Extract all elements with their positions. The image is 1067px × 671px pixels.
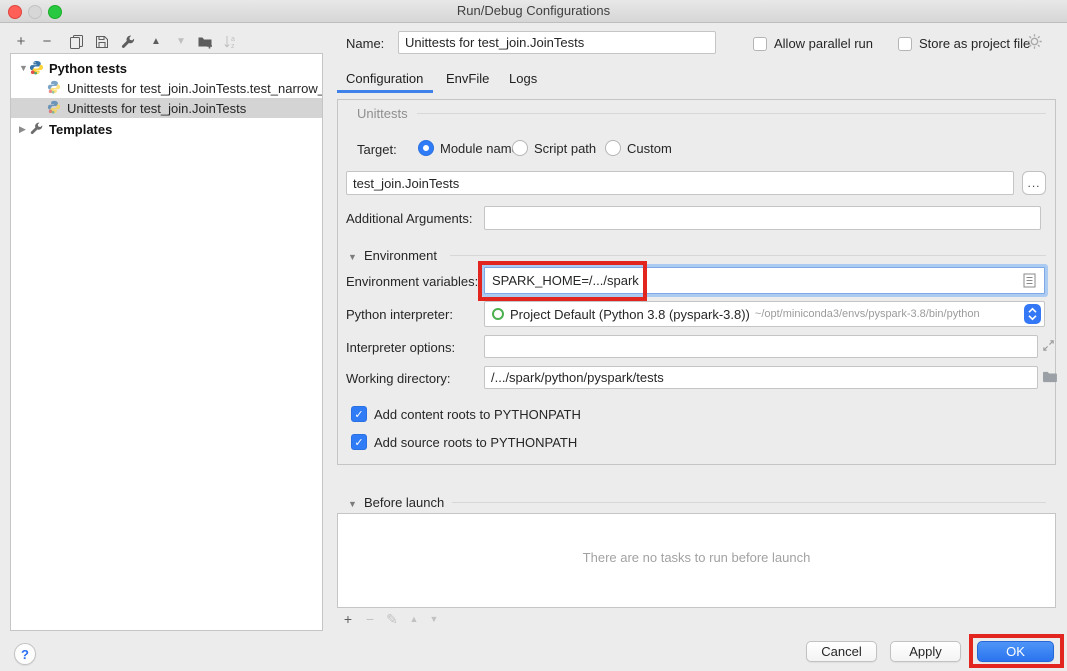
edit-task-icon: ✎ bbox=[384, 611, 400, 627]
radio-icon[interactable] bbox=[605, 140, 621, 156]
environment-section-label: Environment bbox=[364, 248, 437, 263]
ok-button[interactable]: OK bbox=[977, 641, 1054, 662]
python-test-icon bbox=[47, 100, 63, 116]
working-directory-input[interactable] bbox=[484, 366, 1038, 389]
copy-configuration-icon[interactable] bbox=[68, 33, 86, 51]
tab-envfile[interactable]: EnvFile bbox=[446, 71, 489, 86]
window-title: Run/Debug Configurations bbox=[0, 0, 1067, 22]
module-name-input[interactable] bbox=[346, 171, 1014, 195]
expand-arrow-icon[interactable]: ▶ bbox=[19, 124, 29, 135]
close-window-button[interactable] bbox=[8, 5, 22, 19]
tree-item-unittest-narrow[interactable]: Unittests for test_join.JoinTests.test_n… bbox=[11, 78, 323, 98]
tree-item-label: Unittests for test_join.JoinTests.test_n… bbox=[67, 81, 323, 96]
sort-alphabetically-icon: az bbox=[222, 33, 240, 51]
store-as-project-file-label: Store as project file bbox=[919, 36, 1030, 51]
before-launch-tasks-panel: There are no tasks to run before launch bbox=[337, 513, 1056, 608]
environment-variables-input[interactable]: SPARK_HOME=/.../spark bbox=[484, 267, 1045, 294]
conda-environment-icon bbox=[492, 308, 504, 320]
active-tab-underline bbox=[337, 90, 433, 93]
expand-field-icon[interactable] bbox=[1042, 339, 1055, 355]
zoom-window-button[interactable] bbox=[48, 5, 62, 19]
section-divider bbox=[452, 502, 1046, 503]
working-directory-label: Working directory: bbox=[346, 371, 451, 386]
environment-variables-label: Environment variables: bbox=[346, 274, 478, 289]
radio-label: Script path bbox=[534, 141, 596, 156]
python-interpreter-label: Python interpreter: bbox=[346, 307, 453, 322]
before-launch-collapse-icon[interactable]: ▼ bbox=[348, 499, 357, 509]
help-button[interactable]: ? bbox=[14, 643, 36, 665]
tree-item-label: Unittests for test_join.JoinTests bbox=[67, 101, 246, 116]
browse-button[interactable]: ... bbox=[1022, 171, 1046, 195]
gear-icon[interactable] bbox=[1026, 33, 1043, 53]
move-up-icon[interactable]: ▲ bbox=[147, 33, 165, 51]
environment-variables-value: SPARK_HOME=/.../spark bbox=[485, 273, 639, 288]
collapse-arrow-icon[interactable]: ▼ bbox=[19, 63, 29, 73]
target-radio-script-path[interactable]: Script path bbox=[512, 140, 596, 156]
tree-item-unittest-jointests[interactable]: Unittests for test_join.JoinTests bbox=[11, 98, 323, 118]
section-divider bbox=[450, 255, 1046, 256]
tree-item-python-tests[interactable]: ▼ Python tests bbox=[11, 58, 322, 78]
tree-item-label: Python tests bbox=[49, 61, 127, 76]
browse-variables-icon[interactable] bbox=[1023, 273, 1036, 291]
python-test-icon bbox=[47, 80, 63, 96]
folder-browse-icon[interactable] bbox=[1042, 370, 1057, 386]
group-divider bbox=[417, 113, 1046, 114]
move-task-down-icon: ▼ bbox=[426, 611, 442, 627]
before-launch-empty-message: There are no tasks to run before launch bbox=[338, 550, 1055, 565]
remove-configuration-icon[interactable]: − bbox=[38, 33, 56, 51]
add-configuration-icon[interactable]: + bbox=[12, 33, 30, 51]
python-tests-icon bbox=[29, 60, 45, 76]
add-source-roots-checkbox[interactable]: ✓ bbox=[351, 434, 367, 450]
move-down-icon: ▼ bbox=[172, 33, 190, 51]
radio-selected-icon[interactable] bbox=[418, 140, 434, 156]
environment-collapse-icon[interactable]: ▼ bbox=[348, 252, 357, 262]
radio-label: Custom bbox=[627, 141, 672, 156]
tab-configuration[interactable]: Configuration bbox=[346, 71, 423, 86]
tab-logs[interactable]: Logs bbox=[509, 71, 537, 86]
add-content-roots-checkbox[interactable]: ✓ bbox=[351, 406, 367, 422]
combo-stepper-icon[interactable] bbox=[1024, 304, 1041, 324]
templates-wrench-icon bbox=[29, 121, 45, 137]
interpreter-options-input[interactable] bbox=[484, 335, 1038, 358]
radio-icon[interactable] bbox=[512, 140, 528, 156]
allow-parallel-run-label: Allow parallel run bbox=[774, 36, 873, 51]
new-folder-icon[interactable] bbox=[196, 33, 214, 51]
allow-parallel-run-checkbox[interactable] bbox=[753, 37, 767, 51]
move-task-up-icon: ▲ bbox=[406, 611, 422, 627]
before-launch-section-label: Before launch bbox=[364, 495, 444, 510]
target-radio-custom[interactable]: Custom bbox=[605, 140, 672, 156]
apply-button[interactable]: Apply bbox=[890, 641, 961, 662]
name-input[interactable] bbox=[398, 31, 716, 54]
unittests-group-title: Unittests bbox=[357, 106, 408, 121]
store-as-project-file-checkbox[interactable] bbox=[898, 37, 912, 51]
python-interpreter-select[interactable]: Project Default (Python 3.8 (pyspark-3.8… bbox=[484, 301, 1045, 327]
target-label: Target: bbox=[357, 142, 397, 157]
interpreter-path: ~/opt/miniconda3/envs/pyspark-3.8/bin/py… bbox=[755, 308, 980, 320]
svg-text:a: a bbox=[231, 36, 235, 43]
add-content-roots-label: Add content roots to PYTHONPATH bbox=[374, 407, 581, 422]
radio-label: Module name bbox=[440, 141, 519, 156]
target-radio-module-name[interactable]: Module name bbox=[418, 140, 519, 156]
tree-item-label: Templates bbox=[49, 122, 112, 137]
remove-task-icon: − bbox=[362, 611, 378, 627]
configurations-tree: ▼ Python tests Unittests for test_join.J… bbox=[10, 53, 323, 631]
interpreter-options-label: Interpreter options: bbox=[346, 340, 455, 355]
cancel-button[interactable]: Cancel bbox=[806, 641, 877, 662]
additional-arguments-label: Additional Arguments: bbox=[346, 211, 472, 226]
additional-arguments-input[interactable] bbox=[484, 206, 1041, 230]
save-configuration-icon[interactable] bbox=[93, 33, 111, 51]
add-source-roots-label: Add source roots to PYTHONPATH bbox=[374, 435, 577, 450]
tree-item-templates[interactable]: ▶ Templates bbox=[11, 119, 322, 139]
name-label: Name: bbox=[346, 36, 384, 51]
edit-templates-icon[interactable] bbox=[119, 33, 137, 51]
add-task-icon[interactable]: + bbox=[340, 611, 356, 627]
minimize-window-button bbox=[28, 5, 42, 19]
title-bar: Run/Debug Configurations bbox=[0, 0, 1067, 23]
svg-text:z: z bbox=[231, 43, 235, 50]
interpreter-name: Project Default (Python 3.8 (pyspark-3.8… bbox=[510, 307, 750, 322]
